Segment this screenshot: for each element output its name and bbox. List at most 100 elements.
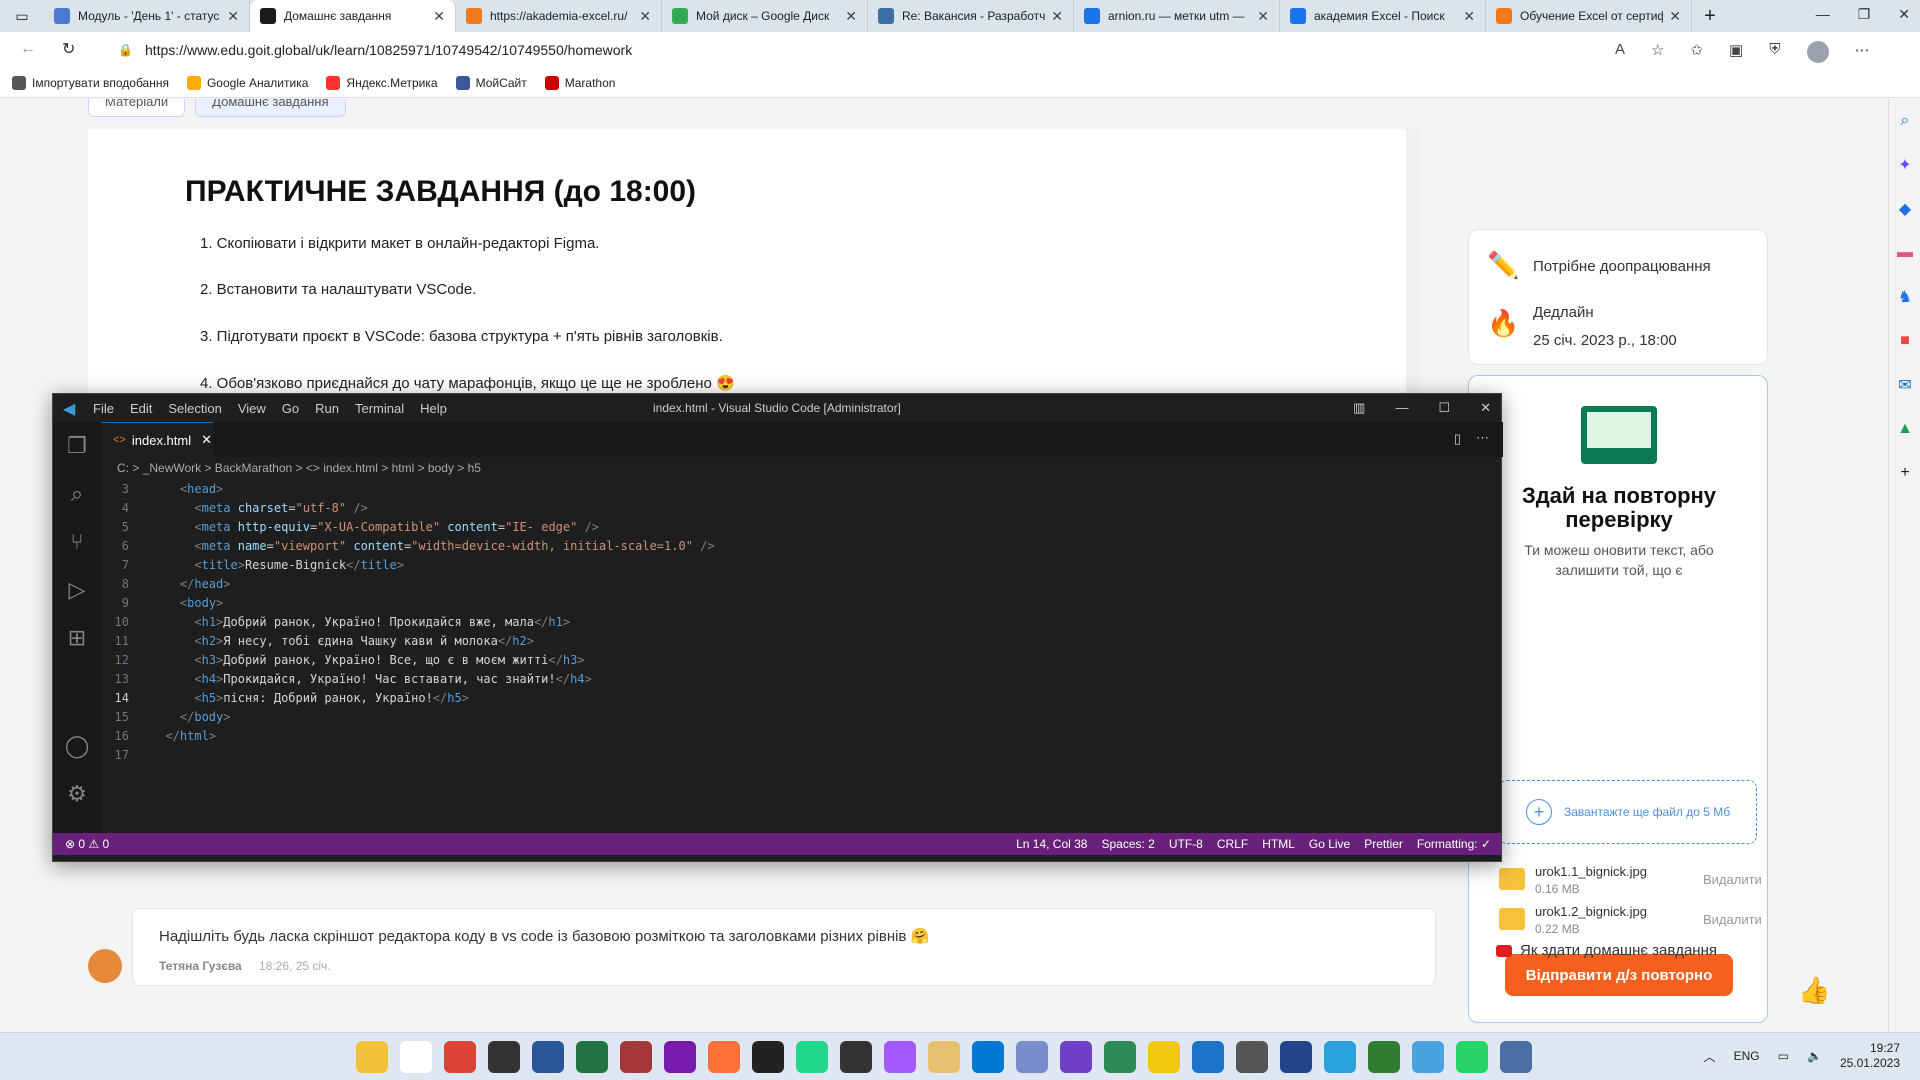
explorer-icon[interactable]	[356, 1040, 388, 1073]
vscode-icon[interactable]	[972, 1040, 1004, 1073]
code-line[interactable]: 8 </head>	[101, 574, 1503, 593]
code-line[interactable]: 12 <h3>Добрий ранок, Україно! Все, що є …	[101, 650, 1503, 669]
tab-materials[interactable]: Матеріали	[88, 99, 186, 117]
browser-tab[interactable]: Обучение Excel от сертиф ✕	[1486, 0, 1692, 32]
outlook-icon[interactable]: ✉	[1889, 363, 1920, 407]
code-line[interactable]: 17	[101, 745, 1503, 764]
restore-icon[interactable]: ❐	[1858, 6, 1871, 23]
browser-tab[interactable]: arnion.ru — метки utm — ✕	[1074, 0, 1280, 32]
app-icon[interactable]	[1500, 1040, 1532, 1073]
delete-file-button[interactable]: Видалити	[1703, 872, 1762, 887]
bookmark-item[interactable]: Marathon	[544, 75, 615, 90]
terminal-icon[interactable]	[752, 1040, 784, 1073]
run-debug-icon[interactable]: ▷	[53, 566, 101, 614]
code-line[interactable]: 15 </body>	[101, 707, 1503, 726]
code-line[interactable]: 13 <h4>Прокидайся, Україно! Час вставати…	[101, 669, 1503, 688]
url-input[interactable]: 🔒 https://www.edu.goit.global/uk/learn/1…	[108, 36, 1668, 64]
extensions-icon[interactable]: ⊞	[53, 614, 101, 662]
close-icon[interactable]: ✕	[1898, 6, 1910, 23]
calculator-icon[interactable]	[1236, 1040, 1268, 1073]
breadcrumb[interactable]: C: > _NewWork > BackMarathon > <> index.…	[101, 457, 1503, 479]
save-icon[interactable]	[488, 1040, 520, 1073]
close-tab-icon[interactable]: ✕	[433, 8, 445, 25]
menu-item[interactable]: Help	[420, 401, 447, 416]
minimize-icon[interactable]: —	[1816, 6, 1830, 23]
collections-icon[interactable]: ▣	[1729, 41, 1743, 63]
tab-homework[interactable]: Домашнє завдання	[195, 99, 346, 117]
close-tab-icon[interactable]: ✕	[227, 8, 239, 25]
tree-icon[interactable]: ▲	[1889, 407, 1920, 451]
browser-tab[interactable]: Домашнє завдання ✕	[250, 0, 456, 32]
close-tab-icon[interactable]: ✕	[845, 8, 857, 25]
whatsapp-icon[interactable]	[1456, 1040, 1488, 1073]
typora-icon[interactable]	[840, 1040, 872, 1073]
excel-icon[interactable]	[576, 1040, 608, 1073]
code-line[interactable]: 11 <h2>Я несу, тобі єдина Чашку кави й м…	[101, 631, 1503, 650]
file-icon[interactable]	[400, 1040, 432, 1073]
menu-item[interactable]: Selection	[168, 401, 221, 416]
copilot-icon[interactable]: ✦	[1889, 143, 1920, 187]
figma-icon[interactable]	[884, 1040, 916, 1073]
browser-tab[interactable]: академия Excel - Поиск ✕	[1280, 0, 1486, 32]
delete-file-button[interactable]: Видалити	[1703, 912, 1762, 927]
status-item[interactable]: UTF-8	[1169, 837, 1203, 851]
code-line[interactable]: 5 <meta http-equiv="X-UA-Compatible" con…	[101, 517, 1503, 536]
code-line[interactable]: 4 <meta charset="utf-8" />	[101, 498, 1503, 517]
close-tab-icon[interactable]: ✕	[1051, 8, 1063, 25]
status-item[interactable]: Spaces: 2	[1101, 837, 1154, 851]
search-icon[interactable]: ⌕	[53, 470, 101, 518]
editor-tab[interactable]: <> index.html ✕	[101, 422, 213, 457]
browser-tab[interactable]: Re: Вакансия - Разработчи ✕	[868, 0, 1074, 32]
browser-tab[interactable]: Мой диск – Google Диск ✕	[662, 0, 868, 32]
network-icon[interactable]: ▭	[1778, 1049, 1789, 1063]
status-item[interactable]: Go Live	[1309, 837, 1350, 851]
back-icon[interactable]: ←	[20, 40, 36, 58]
close-tab-icon[interactable]: ✕	[1669, 8, 1681, 25]
settings-icon[interactable]: ⚙	[53, 770, 101, 818]
menu-item[interactable]: Terminal	[355, 401, 404, 416]
profile-avatar[interactable]	[1806, 41, 1829, 63]
tools-icon[interactable]: ▬	[1889, 231, 1920, 275]
new-tab-icon[interactable]: +	[1692, 5, 1728, 28]
refresh-icon[interactable]: ↻	[62, 39, 75, 59]
browser-tab[interactable]: Модуль - 'День 1' - статус ✕	[44, 0, 250, 32]
status-item[interactable]: CRLF	[1217, 837, 1248, 851]
games-icon[interactable]: ♞	[1889, 275, 1920, 319]
app-icon[interactable]	[1412, 1040, 1444, 1073]
close-icon[interactable]: ✕	[1480, 400, 1491, 416]
clock[interactable]: 19:27 25.01.2023	[1840, 1041, 1900, 1071]
menu-item[interactable]: View	[238, 401, 266, 416]
minimize-icon[interactable]: —	[1395, 400, 1408, 416]
split-editor-icon[interactable]: ▯	[1454, 431, 1461, 447]
status-item[interactable]: Ln 14, Col 38	[1016, 837, 1087, 851]
code-line[interactable]: 16 </html>	[101, 726, 1503, 745]
chrome-icon[interactable]	[444, 1040, 476, 1073]
status-item[interactable]: Prettier	[1364, 837, 1403, 851]
upload-box[interactable]: + Завантажте ще файл до 5 Мб	[1499, 780, 1757, 844]
word-icon[interactable]	[532, 1040, 564, 1073]
r-icon[interactable]	[1016, 1040, 1048, 1073]
office-icon[interactable]: ■	[1889, 319, 1920, 363]
maximize-icon[interactable]: ☐	[1438, 400, 1450, 416]
close-tab-icon[interactable]: ✕	[1257, 8, 1269, 25]
add-icon[interactable]: +	[1889, 451, 1920, 495]
search-icon[interactable]: ⌕	[1889, 99, 1920, 143]
code-line[interactable]: 6 <meta name="viewport" content="width=d…	[101, 536, 1503, 555]
shield-icon[interactable]: ⛨	[1769, 41, 1780, 63]
firefox-icon[interactable]	[708, 1040, 740, 1073]
browser-tab[interactable]: https://akademia-excel.ru/ ✕	[456, 0, 662, 32]
favorite-add-icon[interactable]: ☆	[1651, 41, 1664, 63]
menu-item[interactable]: Run	[315, 401, 339, 416]
menu-item[interactable]: File	[93, 401, 114, 416]
code-line[interactable]: 10 <h1>Добрий ранок, Україно! Прокидайся…	[101, 612, 1503, 631]
layout-icon[interactable]: ▥	[1353, 400, 1365, 416]
bookmark-item[interactable]: МойСайт	[455, 75, 527, 90]
menu-item[interactable]: Go	[282, 401, 299, 416]
telegram-icon[interactable]	[1324, 1040, 1356, 1073]
code-line[interactable]: 9 <body>	[101, 593, 1503, 612]
stack-icon[interactable]	[1104, 1040, 1136, 1073]
thumbs-up-icon[interactable]: 👍	[1798, 975, 1830, 1006]
more-icon[interactable]: ⋯	[1855, 41, 1870, 63]
status-item[interactable]: Formatting: ✓	[1417, 837, 1491, 851]
code-editor[interactable]: 3 <head> 4 <meta charset="utf-8" /> 5 <met…	[101, 479, 1503, 833]
